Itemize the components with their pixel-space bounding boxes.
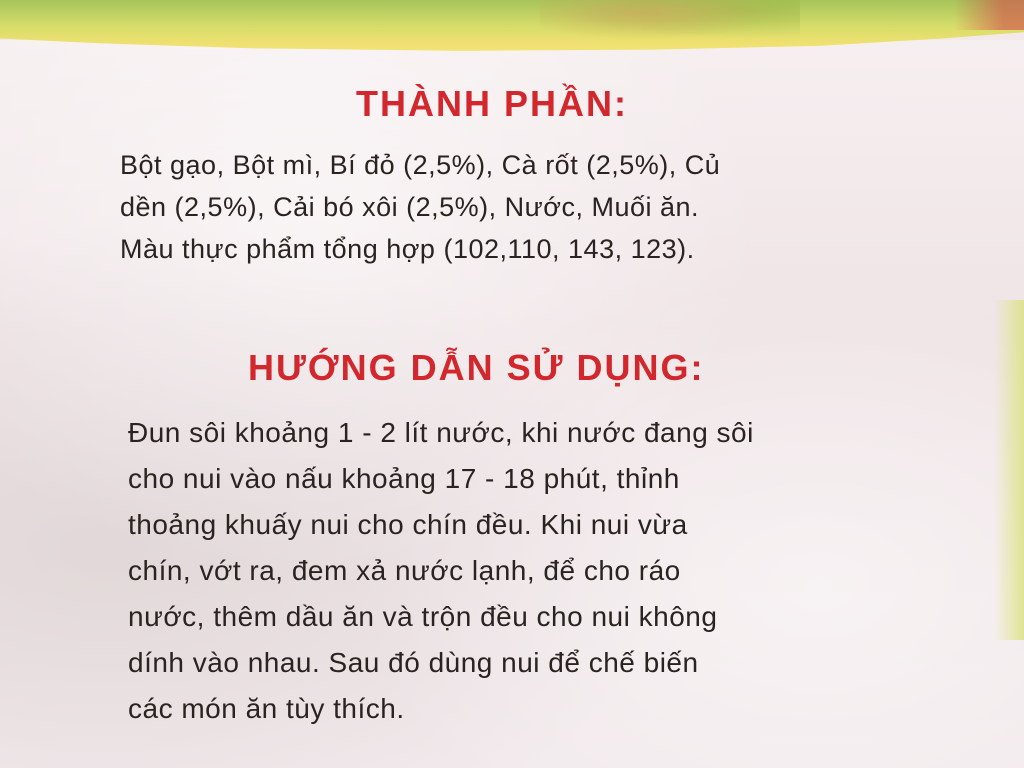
instructions-line: dính vào nhau. Sau đó dùng nui để chế bi… bbox=[128, 647, 699, 678]
instructions-line: các món ăn tùy thích. bbox=[128, 693, 405, 724]
instructions-line: cho nui vào nấu khoảng 17 - 18 phút, thỉ… bbox=[128, 463, 680, 494]
package-top-decoration bbox=[540, 0, 800, 44]
instructions-heading: HƯỚNG DẪN SỬ DỤNG: bbox=[248, 347, 705, 388]
instructions-text: Đun sôi khoảng 1 - 2 lít nước, khi nước … bbox=[128, 410, 958, 732]
instructions-line: thoảng khuấy nui cho chín đều. Khi nui v… bbox=[128, 509, 688, 540]
package-top-red-accent bbox=[954, 0, 1024, 30]
instructions-line: chín, vớt ra, đem xả nước lạnh, để cho r… bbox=[128, 555, 681, 586]
ingredients-text: Bột gạo, Bột mì, Bí đỏ (2,5%), Cà rốt (2… bbox=[120, 144, 950, 270]
instructions-line: Đun sôi khoảng 1 - 2 lít nước, khi nước … bbox=[128, 417, 754, 448]
package-side-green-edge bbox=[994, 300, 1024, 640]
ingredients-line: Bột gạo, Bột mì, Bí đỏ (2,5%), Cà rốt (2… bbox=[120, 150, 721, 180]
label-panel: THÀNH PHẦN: Bột gạo, Bột mì, Bí đỏ (2,5%… bbox=[110, 70, 970, 750]
instructions-line: nước, thêm dầu ăn và trộn đều cho nui kh… bbox=[128, 601, 718, 632]
ingredients-line: dền (2,5%), Cải bó xôi (2,5%), Nước, Muố… bbox=[120, 192, 700, 222]
ingredients-line: Màu thực phẩm tổng hợp (102,110, 143, 12… bbox=[120, 234, 695, 264]
ingredients-heading: THÀNH PHẦN: bbox=[356, 83, 628, 124]
